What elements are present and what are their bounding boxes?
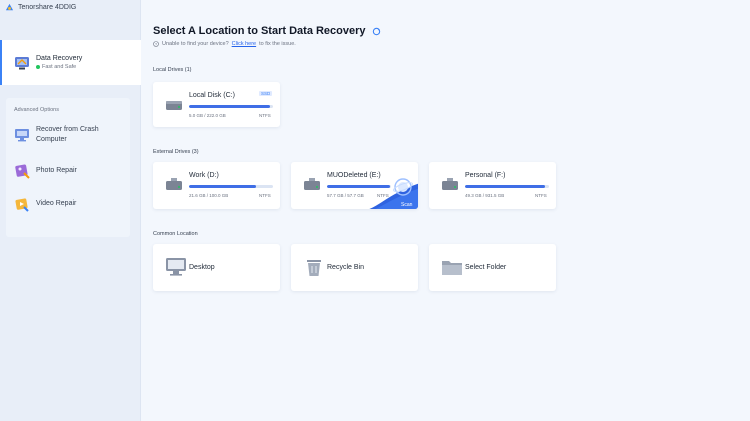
hard-drive-icon [166, 101, 182, 110]
main-content: Select A Location to Start Data Recovery… [141, 0, 750, 421]
drive-card-d[interactable]: Work (D:) 21.6 GB / 100.0 GB NTFS [153, 162, 280, 209]
drive-size: 5.0 GB / 222.0 GB [189, 113, 226, 118]
sidebar-item-data-recovery[interactable]: Data Recovery Fast and Safe [0, 40, 141, 85]
status-text: Fast and Safe [42, 64, 77, 70]
data-recovery-icon [15, 56, 29, 69]
location-select-folder[interactable]: Select Folder [429, 244, 556, 291]
usage-bar-fill [465, 185, 545, 188]
video-repair-icon [15, 198, 29, 212]
drive-name: Personal (F:) [465, 172, 506, 179]
desktop-icon [166, 258, 186, 276]
sidebar: Tenorshare 4DDIG Data Recovery Fast and … [0, 0, 141, 421]
common-location-title: Common Location [153, 231, 198, 237]
location-desktop[interactable]: Desktop [153, 244, 280, 291]
status-dot-icon [36, 65, 40, 69]
folder-icon [442, 261, 462, 275]
help-text: ? Unable to find your device? Click here… [153, 41, 296, 47]
sidebar-item-video-repair[interactable]: Video Repair [14, 196, 76, 212]
status-row: Fast and Safe [36, 64, 82, 70]
usage-bar-fill [189, 105, 271, 108]
usage-bar-fill [189, 185, 257, 188]
scan-button[interactable]: Scan [401, 202, 412, 208]
sidebar-item-label: Video Repair [36, 200, 77, 207]
page-title-text: Select A Location to Start Data Recovery [153, 25, 366, 37]
local-drives-title: Local Drives (1) [153, 67, 192, 73]
app-logo-icon [5, 3, 14, 11]
photo-repair-icon [15, 164, 30, 179]
question-icon: ? [153, 41, 159, 47]
location-name: Desktop [189, 264, 215, 271]
usb-drive-icon [304, 178, 320, 190]
advanced-options-title: Advanced Options [14, 107, 59, 113]
drive-size: 49.3 GB / 931.5 GB [465, 193, 505, 198]
refresh-icon[interactable] [372, 27, 381, 36]
app-name: Tenorshare 4DDIG [18, 4, 77, 11]
usage-bar [465, 185, 549, 188]
usage-bar [189, 185, 273, 188]
location-name: Select Folder [465, 264, 507, 271]
sidebar-item-label: Computer [36, 136, 67, 143]
external-drives-title: External Drives (3) [153, 149, 199, 155]
usage-bar [189, 105, 273, 108]
sidebar-item-label: Data Recovery [36, 55, 83, 62]
location-recycle-bin[interactable]: Recycle Bin [291, 244, 418, 291]
fix-issue-link[interactable]: Click here [232, 41, 256, 47]
sidebar-item-label: Photo Repair [36, 167, 77, 174]
usb-drive-icon [166, 178, 182, 190]
drive-card-e[interactable]: MUODeleted (E:) 57.7 GB / 57.7 GB NTFS S… [291, 162, 418, 209]
location-name: Recycle Bin [327, 264, 364, 271]
advanced-options-panel: Advanced Options Recover from Crash Comp… [6, 98, 130, 237]
page-title: Select A Location to Start Data Recovery [153, 25, 381, 37]
drive-name: Work (D:) [189, 172, 219, 179]
drive-filesystem: NTFS [259, 113, 271, 118]
monitor-icon [15, 129, 29, 142]
ssd-badge: SSD [259, 91, 273, 96]
drive-card-f[interactable]: Personal (F:) 49.3 GB / 931.5 GB NTFS [429, 162, 556, 209]
usb-drive-icon [442, 178, 458, 190]
drive-size: 57.7 GB / 57.7 GB [327, 193, 364, 198]
sidebar-item-recover-crash[interactable]: Recover from Crash Computer [14, 125, 99, 145]
brand: Tenorshare 4DDIG [5, 3, 76, 12]
help-prefix: Unable to find your device? [162, 41, 229, 47]
drive-filesystem: NTFS [259, 193, 271, 198]
sidebar-item-photo-repair[interactable]: Photo Repair [14, 163, 77, 179]
recycle-bin-icon [307, 260, 321, 276]
sidebar-item-label: Recover from Crash [36, 126, 99, 133]
drive-name: Local Disk (C:) [189, 92, 235, 99]
drive-card-c[interactable]: Local Disk (C:) SSD 5.0 GB / 222.0 GB NT… [153, 82, 280, 127]
help-suffix: to fix the issue. [259, 41, 296, 47]
drive-filesystem: NTFS [535, 193, 547, 198]
drive-size: 21.6 GB / 100.0 GB [189, 193, 229, 198]
